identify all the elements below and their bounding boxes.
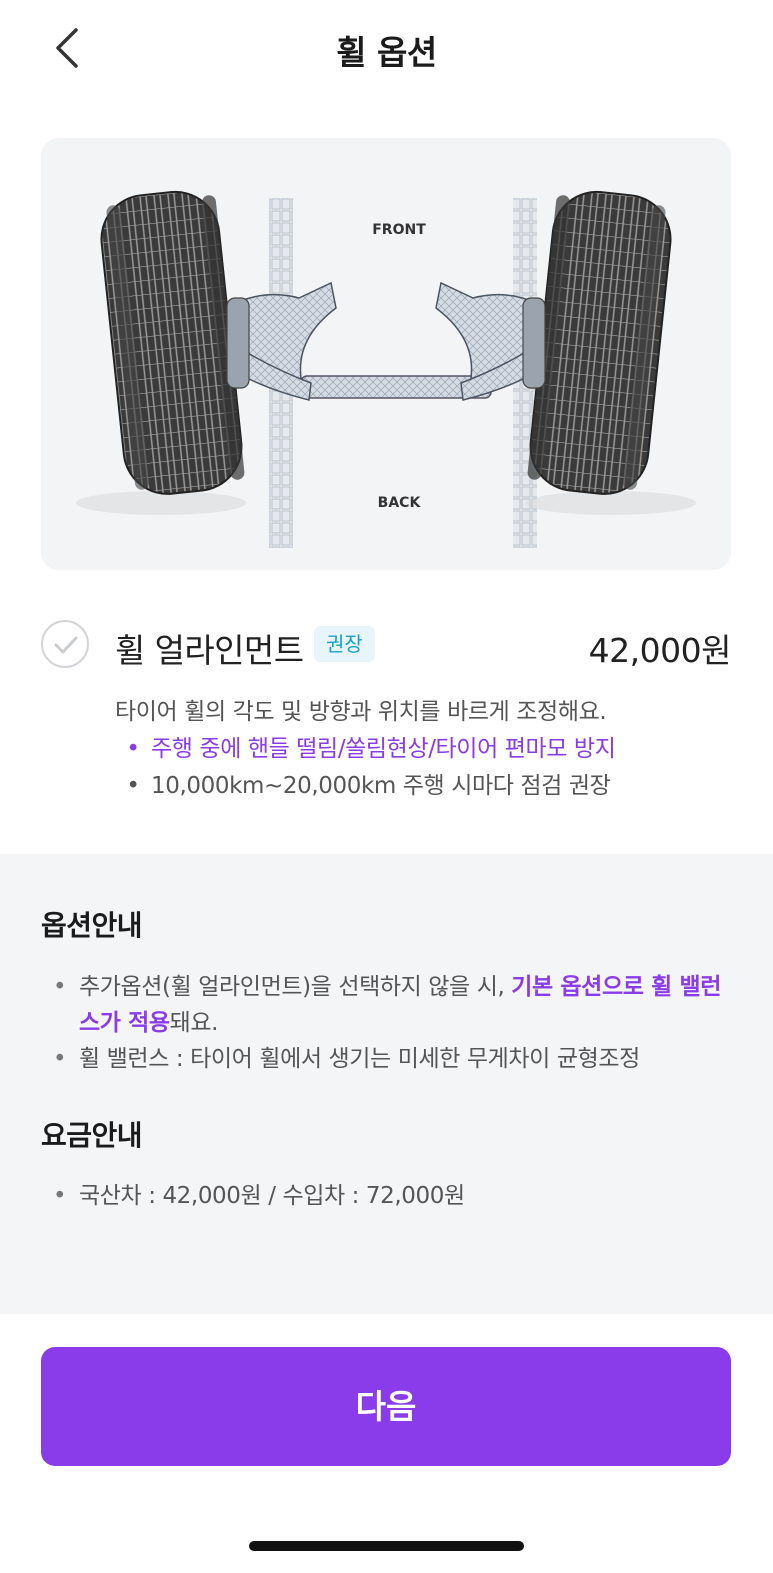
option-wheel-alignment[interactable]: 휠 얼라인먼트 권장 42,000원 (41, 620, 732, 670)
bullet: • (53, 1046, 67, 1072)
home-indicator (249, 1541, 524, 1551)
bullet: • (126, 773, 140, 799)
guide-text: 휠 밸런스 : 타이어 휠에서 생기는 미세한 무게차이 균형조정 (79, 1046, 640, 1072)
price-guide-list: • 국산차 : 42,000원 / 수입차 : 72,000원 (41, 1178, 736, 1214)
option-checkbox[interactable] (41, 620, 89, 668)
wheel-alignment-illustration: FRONT BACK (41, 138, 731, 570)
bullet: • (53, 1183, 67, 1209)
bullet: • (53, 974, 67, 1000)
price-guide-item: • 국산차 : 42,000원 / 수입차 : 72,000원 (41, 1178, 736, 1214)
header: 휠 옵션 (0, 0, 773, 96)
option-description: 타이어 휠의 각도 및 방향과 위치를 바르게 조정해요. • 주행 중에 핸들 … (115, 694, 735, 805)
description-point-text: 10,000km~20,000km 주행 시마다 점검 권장 (151, 773, 611, 799)
price-text: 국산차 : 42,000원 / 수입차 : 72,000원 (79, 1183, 465, 1209)
option-guide-item: • 휠 밸런스 : 타이어 휠에서 생기는 미세한 무게차이 균형조정 (41, 1041, 736, 1077)
recommended-badge: 권장 (314, 626, 375, 662)
checkmark-icon (54, 636, 78, 654)
price-guide-title: 요금안내 (41, 1119, 143, 1152)
option-guide-list: • 추가옵션(휠 얼라인먼트)을 선택하지 않을 시, 기본 옵션으로 휠 밸런스… (41, 969, 736, 1077)
option-price: 42,000원 (588, 631, 732, 670)
option-name: 휠 얼라인먼트 (115, 631, 304, 670)
option-guide-item: • 추가옵션(휠 얼라인먼트)을 선택하지 않을 시, 기본 옵션으로 휠 밸런스… (41, 969, 736, 1041)
option-guide-title: 옵션안내 (41, 909, 143, 942)
page-title: 휠 옵션 (336, 33, 437, 72)
guide-text-end: 돼요. (169, 1010, 219, 1036)
next-button[interactable]: 다음 (41, 1347, 731, 1466)
description-point: • 주행 중에 핸들 떨림/쏠림현상/타이어 편마모 방지 (115, 731, 735, 768)
guide-text: 추가옵션(휠 얼라인먼트)을 선택하지 않을 시, (79, 974, 512, 1000)
label-front: FRONT (372, 222, 426, 238)
info-section: 옵션안내 • 추가옵션(휠 얼라인먼트)을 선택하지 않을 시, 기본 옵션으로 … (0, 854, 773, 1314)
description-point-text: 주행 중에 핸들 떨림/쏠림현상/타이어 편마모 방지 (151, 736, 616, 762)
label-back: BACK (378, 495, 422, 511)
bullet: • (126, 736, 140, 762)
description-text: 타이어 휠의 각도 및 방향과 위치를 바르게 조정해요. (115, 699, 607, 725)
description-point: • 10,000km~20,000km 주행 시마다 점검 권장 (115, 768, 735, 805)
